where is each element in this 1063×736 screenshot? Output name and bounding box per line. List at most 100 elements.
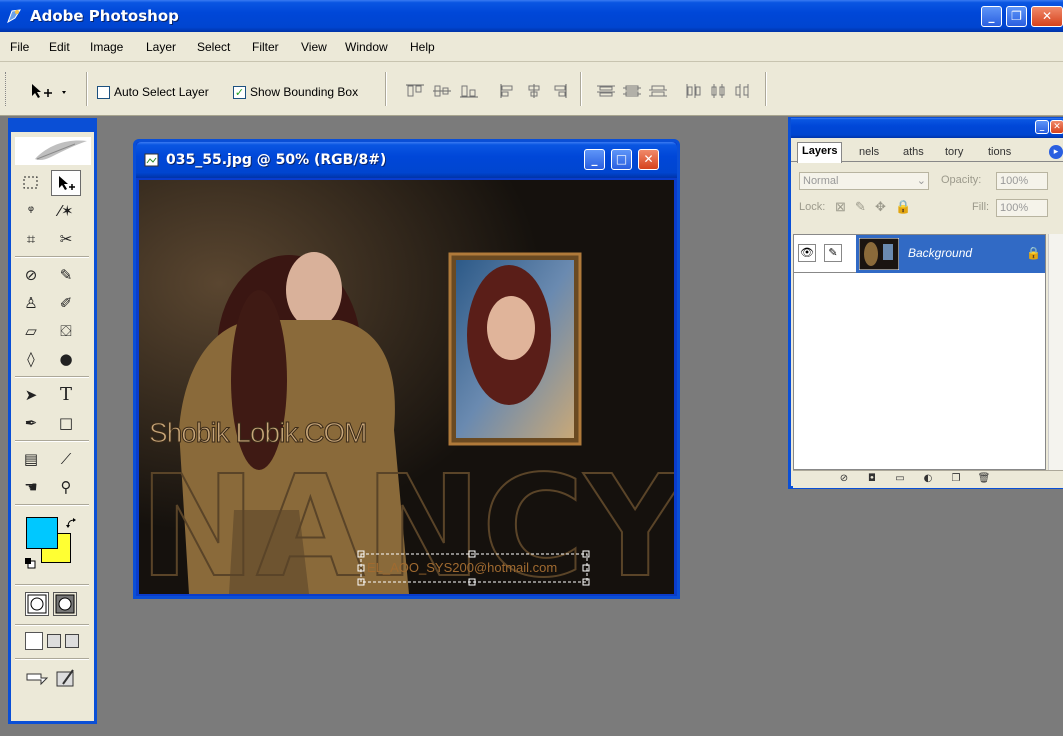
move-tool-preset-icon[interactable] — [30, 82, 70, 102]
new-group-icon[interactable]: ▭ — [893, 473, 907, 486]
tab-channels[interactable]: nels — [855, 144, 883, 162]
magic-wand-tool[interactable]: ⁄✶ — [51, 198, 81, 224]
tab-paths[interactable]: aths — [899, 144, 928, 162]
lasso-tool[interactable]: ᵠ — [16, 198, 46, 224]
marquee-tool[interactable] — [16, 170, 46, 196]
full-screen-mode-button[interactable] — [65, 634, 79, 648]
standard-mode-icon — [27, 594, 47, 614]
menu-help[interactable]: Help — [410, 40, 435, 54]
auto-select-layer-checkbox[interactable] — [97, 86, 110, 99]
menu-image[interactable]: Image — [90, 40, 123, 54]
restore-button[interactable]: ❐ — [1006, 6, 1027, 27]
eraser-tool[interactable]: ▱ — [16, 318, 46, 344]
align-vertical-center-icon[interactable] — [432, 83, 452, 99]
image-canvas[interactable]: NANCY Shobik Lobik.COM EL_AOO_SYS200@hot… — [139, 180, 674, 594]
document-title-bar[interactable]: 035_55.jpg @ 50% (RGB/8#) _ □ ✕ — [136, 142, 677, 178]
document-window: 035_55.jpg @ 50% (RGB/8#) _ □ ✕ NANCY Sh… — [133, 139, 680, 599]
minimize-button[interactable]: _ — [981, 6, 1002, 27]
distribute-bottom-icon[interactable] — [648, 83, 668, 99]
full-screen-menu-mode-button[interactable] — [47, 634, 61, 648]
options-grip[interactable] — [5, 72, 8, 106]
show-bounding-box-checkbox[interactable]: ✓ — [233, 86, 246, 99]
foreground-color-swatch[interactable] — [26, 517, 58, 549]
tab-actions[interactable]: tions — [984, 144, 1015, 162]
blend-mode-select[interactable]: Normal ⌄ — [799, 172, 929, 190]
doc-maximize-button[interactable]: □ — [611, 149, 632, 170]
menu-view[interactable]: View — [301, 40, 327, 54]
eyedropper-tool[interactable]: ⟋ — [51, 446, 81, 472]
pen-tool[interactable]: ✒ — [16, 410, 46, 436]
add-mask-icon[interactable]: ◘ — [865, 473, 879, 486]
default-colors-icon[interactable] — [25, 558, 36, 569]
menu-filter[interactable]: Filter — [252, 40, 279, 54]
path-selection-tool[interactable]: ➤ — [16, 382, 46, 408]
swap-colors-icon[interactable] — [66, 518, 78, 530]
align-horizontal-center-icon[interactable] — [524, 83, 544, 99]
menu-edit[interactable]: Edit — [49, 40, 70, 54]
new-layer-icon[interactable]: ❐ — [949, 473, 963, 486]
lock-transparency-icon[interactable]: ⊠ — [835, 199, 846, 215]
layer-row-background[interactable]: 👁 ✎ Background 🔒 — [794, 235, 1045, 273]
menu-layer[interactable]: Layer — [146, 40, 176, 54]
align-bottom-icon[interactable] — [459, 83, 479, 99]
menu-file[interactable]: File — [10, 40, 29, 54]
toolbox-feather-logo[interactable] — [15, 137, 91, 165]
opacity-field[interactable]: 100% — [996, 172, 1048, 190]
quick-mask-mode-button[interactable] — [53, 592, 77, 616]
menu-bar: File Edit Image Layer Select Filter View… — [0, 32, 1063, 62]
visibility-eye-icon[interactable]: 👁 — [798, 244, 816, 262]
shape-tool[interactable]: □ — [51, 410, 81, 436]
distribute-right-icon[interactable] — [732, 83, 752, 99]
add-layer-style-icon[interactable]: ⊘ — [837, 473, 851, 486]
distribute-vertical-center-icon[interactable] — [622, 83, 642, 99]
lock-all-icon[interactable]: 🔒 — [895, 199, 911, 215]
close-button[interactable]: ✕ — [1031, 6, 1063, 27]
palette-close-button[interactable]: ✕ — [1050, 120, 1063, 134]
tab-history[interactable]: tory — [941, 144, 967, 162]
eraser-icon: ▱ — [25, 322, 37, 340]
palette-minimize-button[interactable]: _ — [1035, 120, 1049, 134]
dodge-tool[interactable]: ● — [51, 346, 81, 372]
palette-menu-button[interactable]: ▸ — [1049, 145, 1063, 159]
hand-tool[interactable]: ☚ — [16, 474, 46, 500]
standard-mode-button[interactable] — [25, 592, 49, 616]
crop-tool[interactable]: ⌗ — [16, 226, 46, 252]
lock-image-icon[interactable]: ✎ — [855, 199, 866, 215]
clone-stamp-tool[interactable]: ♙ — [16, 290, 46, 316]
brush-tool[interactable]: ✎ — [51, 262, 81, 288]
tab-layers[interactable]: Layers — [797, 142, 843, 163]
blur-tool[interactable]: ◊ — [16, 346, 46, 372]
notes-tool[interactable]: ▤ — [16, 446, 46, 472]
history-brush-tool[interactable]: ✐ — [51, 290, 81, 316]
move-tool[interactable] — [51, 170, 81, 196]
standard-screen-mode-button[interactable] — [25, 632, 43, 650]
fill-field[interactable]: 100% — [996, 199, 1048, 217]
layers-palette-title-bar[interactable]: _ ✕ — [791, 118, 1063, 138]
lock-position-icon[interactable]: ✥ — [875, 199, 886, 215]
distribute-horizontal-center-icon[interactable] — [708, 83, 728, 99]
jump-to-imageready-icon[interactable] — [25, 668, 51, 690]
align-right-icon[interactable] — [549, 83, 569, 99]
trash-icon[interactable]: 🗑 — [977, 473, 991, 486]
doc-close-button[interactable]: ✕ — [638, 149, 659, 170]
zoom-tool[interactable]: ⚲ — [51, 474, 81, 500]
align-left-icon[interactable] — [498, 83, 518, 99]
dodge-icon: ● — [59, 350, 73, 368]
align-top-icon[interactable] — [405, 83, 425, 99]
paint-bucket-tool[interactable]: ⛋ — [51, 318, 81, 344]
layers-scrollbar[interactable] — [1048, 234, 1063, 470]
layer-brush-icon[interactable]: ✎ — [824, 244, 842, 262]
doc-minimize-button[interactable]: _ — [584, 149, 605, 170]
options-separator — [385, 72, 387, 106]
new-adjustment-layer-icon[interactable]: ◐ — [921, 473, 935, 486]
distribute-top-icon[interactable] — [596, 83, 616, 99]
menu-window[interactable]: Window — [345, 40, 388, 54]
type-tool[interactable]: T — [51, 382, 81, 408]
slice-tool[interactable]: ✂ — [51, 226, 81, 252]
healing-brush-tool[interactable]: ⊘ — [16, 262, 46, 288]
menu-select[interactable]: Select — [197, 40, 230, 54]
imageready-icon[interactable] — [55, 668, 77, 690]
layer-lock-icon: 🔒 — [1026, 246, 1041, 260]
email-text: EL_AOO_SYS200@hotmail.com — [367, 560, 557, 575]
distribute-left-icon[interactable] — [684, 83, 704, 99]
